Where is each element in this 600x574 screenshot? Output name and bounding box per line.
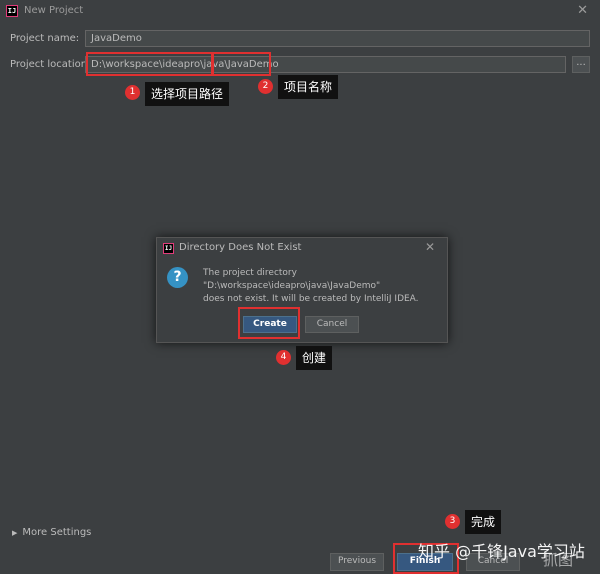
dialog-message-line2: "D:\workspace\ideapro\java\JavaDemo" (203, 281, 381, 291)
close-icon[interactable]: ✕ (577, 3, 588, 18)
more-settings-toggle[interactable]: ▶ More Settings (12, 527, 91, 538)
question-icon: ? (167, 267, 188, 288)
chevron-right-icon: ▶ (12, 529, 18, 537)
annotation-path-box (86, 52, 214, 76)
browse-button[interactable]: ... (572, 56, 590, 73)
annotation-badge-3: 3 (445, 514, 460, 529)
dialog-message-line3: does not exist. It will be created by In… (203, 294, 419, 304)
project-location-label: Project location: (10, 59, 91, 70)
annotation-badge-4: 4 (276, 350, 291, 365)
dialog-message-line1: The project directory (203, 268, 297, 278)
annotation-badge-1: 1 (125, 85, 140, 100)
more-settings-label: More Settings (22, 527, 92, 538)
dialog-close-icon[interactable]: ✕ (425, 240, 435, 254)
annotation-callout-3: 完成 (465, 510, 502, 534)
project-name-input[interactable]: JavaDemo (85, 30, 590, 47)
directory-not-exist-dialog: IJ Directory Does Not Exist ✕ ? The proj… (156, 237, 448, 343)
annotation-name-box (211, 52, 271, 76)
previous-button[interactable]: Previous (330, 553, 384, 571)
annotation-callout-4: 创建 (296, 346, 333, 370)
annotation-create-box (238, 307, 300, 339)
dialog-cancel-button[interactable]: Cancel (305, 316, 359, 333)
dialog-title: Directory Does Not Exist (179, 242, 302, 253)
project-name-label: Project name: (10, 33, 80, 44)
annotation-badge-2: 2 (258, 79, 273, 94)
watermark-corner: 抓图 (543, 551, 574, 569)
title-bar: IJ New Project ✕ (0, 0, 600, 24)
annotation-callout-1: 选择项目路径 (145, 82, 230, 106)
annotation-callout-2: 项目名称 (278, 75, 339, 99)
intellij-logo-icon: IJ (163, 243, 174, 254)
window-title: New Project (24, 5, 84, 16)
intellij-logo-icon: IJ (6, 5, 18, 17)
